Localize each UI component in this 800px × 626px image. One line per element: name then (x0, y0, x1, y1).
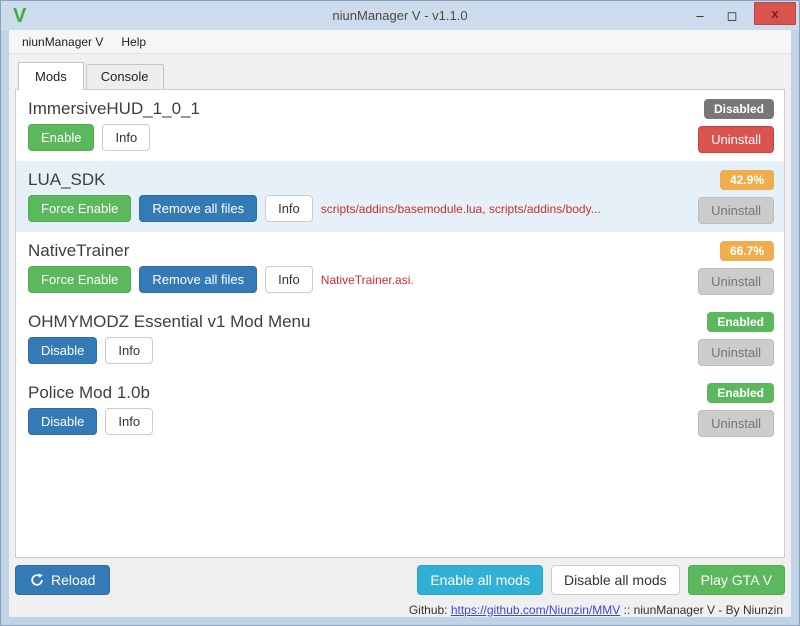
mod-title: Police Mod 1.0b (28, 381, 150, 405)
app-logo-icon: V (13, 6, 26, 26)
mod-row: OHMYMODZ Essential v1 Mod Menu Enabled D… (16, 303, 784, 374)
uninstall-button[interactable]: Uninstall (698, 126, 774, 153)
mod-files-text: scripts/addins/basemodule.lua, scripts/a… (321, 202, 601, 216)
mod-title: OHMYMODZ Essential v1 Mod Menu (28, 310, 310, 334)
mod-title: NativeTrainer (28, 239, 129, 263)
mod-actions: Enable Info (28, 124, 772, 151)
enable-all-mods-button[interactable]: Enable all mods (417, 565, 543, 595)
mod-row: Police Mod 1.0b Enabled Disable Info Unin… (16, 374, 784, 445)
main-body: Mods Console ImmersiveHUD_1_0_1 Disabled… (9, 54, 791, 617)
disable-all-mods-button[interactable]: Disable all mods (551, 565, 680, 595)
reload-button[interactable]: Reload (15, 565, 110, 595)
tab-console[interactable]: Console (86, 64, 164, 89)
mod-actions: Disable Info (28, 408, 772, 435)
mod-row: LUA_SDK 42.9% Force Enable Remove all fil… (16, 161, 784, 232)
force-enable-button[interactable]: Force Enable (28, 266, 131, 293)
mod-title: LUA_SDK (28, 168, 105, 192)
mod-row: ImmersiveHUD_1_0_1 Disabled Enable Info U… (16, 90, 784, 161)
remove-all-files-button[interactable]: Remove all files (139, 266, 257, 293)
mod-status-badge: Enabled (707, 312, 774, 332)
minimize-button[interactable]: – (684, 1, 716, 30)
mod-status-badge: Disabled (704, 99, 774, 119)
force-enable-button[interactable]: Force Enable (28, 195, 131, 222)
mod-status-badge: 42.9% (720, 170, 774, 190)
mod-actions: Disable Info (28, 337, 772, 364)
close-button[interactable]: x (754, 2, 796, 25)
uninstall-button[interactable]: Uninstall (698, 268, 774, 295)
window-controls: – ◻ x (684, 1, 799, 30)
info-button[interactable]: Info (105, 337, 153, 364)
info-button[interactable]: Info (102, 124, 150, 151)
footer-right-group: Enable all mods Disable all mods Play GT… (417, 565, 785, 595)
statusbar-suffix: :: niunManager V - By Niunzin (620, 603, 783, 617)
mod-row: NativeTrainer 66.7% Force Enable Remove a… (16, 232, 784, 303)
mod-actions: Force Enable Remove all files Info NativeTr… (28, 266, 772, 293)
disable-button[interactable]: Disable (28, 408, 97, 435)
statusbar: Github: https://github.com/Niunzin/MMV :… (9, 595, 791, 617)
window-title: niunManager V - v1.1.0 (1, 8, 799, 23)
github-label: Github: (409, 603, 451, 617)
info-button[interactable]: Info (265, 266, 313, 293)
menu-item-niunmanager[interactable]: niunManager V (13, 31, 112, 53)
reload-label: Reload (51, 566, 95, 594)
info-button[interactable]: Info (265, 195, 313, 222)
app-window: V niunManager V - v1.1.0 – ◻ x niunManag… (0, 0, 800, 626)
remove-all-files-button[interactable]: Remove all files (139, 195, 257, 222)
tabstrip: Mods Console (15, 62, 785, 89)
maximize-button[interactable]: ◻ (716, 1, 748, 30)
info-button[interactable]: Info (105, 408, 153, 435)
tab-mods[interactable]: Mods (18, 62, 84, 90)
titlebar: V niunManager V - v1.1.0 – ◻ x (1, 1, 799, 30)
mod-actions: Force Enable Remove all files Info scripts/… (28, 195, 772, 222)
mod-files-text: NativeTrainer.asi. (321, 273, 414, 287)
disable-button[interactable]: Disable (28, 337, 97, 364)
play-gta-v-button[interactable]: Play GTA V (688, 565, 785, 595)
mod-status-badge: Enabled (707, 383, 774, 403)
menu-item-help[interactable]: Help (112, 31, 155, 53)
mod-status-badge: 66.7% (720, 241, 774, 261)
enable-button[interactable]: Enable (28, 124, 94, 151)
mod-list: ImmersiveHUD_1_0_1 Disabled Enable Info U… (15, 89, 785, 558)
menubar: niunManager V Help (9, 30, 791, 54)
uninstall-button[interactable]: Uninstall (698, 197, 774, 224)
footer-bar: Reload Enable all mods Disable all mods … (9, 558, 791, 595)
reload-icon (30, 573, 44, 587)
uninstall-button[interactable]: Uninstall (698, 339, 774, 366)
mod-title: ImmersiveHUD_1_0_1 (28, 97, 200, 121)
uninstall-button[interactable]: Uninstall (698, 410, 774, 437)
github-link[interactable]: https://github.com/Niunzin/MMV (451, 603, 620, 617)
